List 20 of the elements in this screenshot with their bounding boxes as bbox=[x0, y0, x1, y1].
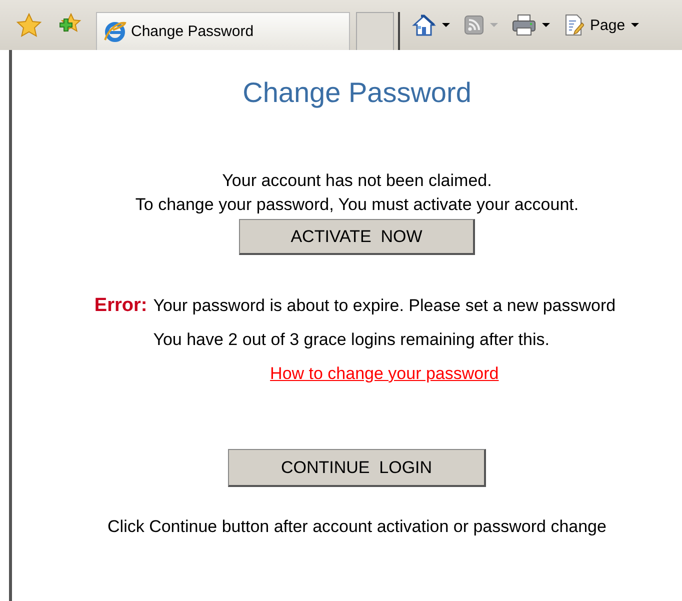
dropdown-caret-icon[interactable] bbox=[442, 22, 450, 28]
printer-icon[interactable] bbox=[512, 14, 536, 36]
notice-text: Your account has not been claimed. bbox=[222, 170, 492, 192]
notice-text: To change your password, You must activate your account. bbox=[135, 194, 579, 216]
browser-logo-icon bbox=[103, 20, 127, 44]
page-title: Change Password bbox=[242, 77, 472, 109]
grace-logins-text: You have 2 out of 3 grace logins remaining after this. bbox=[153, 329, 550, 351]
activate-button[interactable]: ACTIVATE NOW bbox=[239, 219, 475, 255]
dropdown-caret-icon[interactable] bbox=[631, 22, 640, 28]
instruction-text: Click Continue button after account activation or password change bbox=[108, 517, 606, 537]
page-menu-label[interactable]: Page bbox=[590, 16, 626, 34]
error-message: Your password is about to expire. Please set a new password bbox=[153, 295, 616, 317]
home-icon[interactable] bbox=[412, 13, 436, 37]
page-icon[interactable] bbox=[564, 14, 584, 36]
favorites-star-icon[interactable] bbox=[16, 13, 42, 37]
dropdown-caret-icon[interactable] bbox=[542, 22, 550, 28]
continue-button[interactable]: CONTINUE LOGIN bbox=[228, 449, 486, 487]
error-label: Error: bbox=[94, 294, 148, 318]
browser-tab[interactable]: Change Password bbox=[96, 12, 350, 50]
help-link[interactable]: How to change your password bbox=[270, 362, 499, 386]
